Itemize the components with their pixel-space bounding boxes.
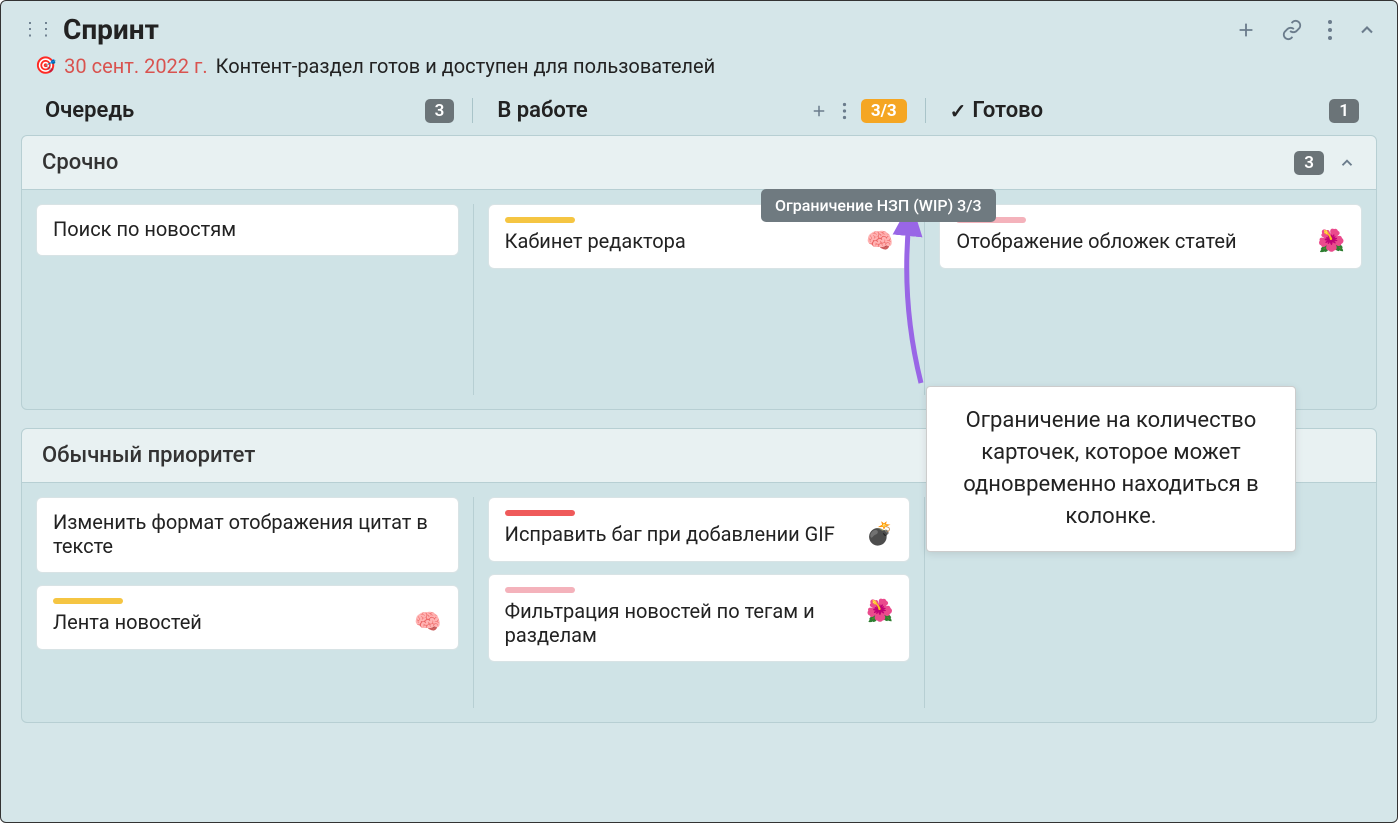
card-title: Фильтрация новостей по тегам и разделам (505, 599, 856, 647)
card-title: Поиск по новостям (53, 217, 236, 241)
bomb-icon: 💣 (866, 522, 893, 547)
card-stripe (505, 510, 575, 516)
board-due-date: 30 сент. 2022 г. (64, 54, 208, 78)
column-title: В работе (497, 98, 587, 123)
board-header: ⋮⋮ Спринт (1, 1, 1397, 54)
wip-badge[interactable]: 3/3 (861, 99, 907, 123)
swimlane-body-urgent: Поиск по новостям Кабинет редактора 🧠 От… (21, 190, 1377, 410)
column-title: Готово (972, 98, 1043, 123)
card-stripe (53, 598, 123, 604)
board-goal: Контент-раздел готов и доступен для поль… (216, 54, 715, 78)
flower-icon: 🌺 (866, 599, 893, 624)
column-title: Очередь (45, 98, 134, 123)
brain-icon: 🧠 (414, 610, 441, 635)
board-title: Спринт (63, 13, 159, 46)
column-header-in-progress[interactable]: В работе 3/3 (472, 98, 925, 123)
swimlane-title: Срочно (42, 150, 118, 175)
check-icon: ✓ (950, 99, 967, 123)
card-title: Исправить баг при добавлении GIF (505, 522, 835, 546)
swimlane-header-urgent[interactable]: Срочно 3 (21, 135, 1377, 190)
card[interactable]: Исправить баг при добавлении GIF 💣 (488, 497, 911, 562)
chevron-up-icon[interactable] (1338, 154, 1356, 172)
drag-handle-icon[interactable]: ⋮⋮ (21, 19, 53, 40)
swimlane-col[interactable]: Кабинет редактора 🧠 (473, 204, 926, 395)
chevron-up-icon[interactable] (1357, 20, 1377, 40)
card-title: Изменить формат отображения цитат в текс… (53, 510, 442, 558)
board-actions (1235, 19, 1377, 41)
swimlane-count-badge: 3 (1294, 151, 1324, 175)
swimlane-col[interactable]: Поиск по новостям (22, 204, 473, 395)
card[interactable]: Изменить формат отображения цитат в текс… (36, 497, 459, 573)
plus-icon[interactable] (1235, 19, 1257, 41)
column-count-badge: 1 (1329, 99, 1359, 123)
swimlane-col[interactable]: Исправить баг при добавлении GIF 💣 Фильт… (473, 497, 926, 708)
card-stripe (505, 217, 575, 223)
annotation-arrow (881, 213, 961, 393)
kanban-board: ⋮⋮ Спринт 🎯 30 сент. 2022 г. Контент-раз… (0, 0, 1398, 823)
target-icon: 🎯 (35, 56, 56, 76)
more-icon[interactable] (1327, 19, 1333, 41)
columns-header: Очередь 3 В работе 3/3 ✓ Готово 1 (1, 92, 1397, 135)
card[interactable]: Поиск по новостям (36, 204, 459, 256)
swimlane-col[interactable]: Изменить формат отображения цитат в текс… (22, 497, 473, 708)
swimlane-col[interactable]: Отображение обложек статей 🌺 (925, 204, 1376, 395)
card-stripe (505, 587, 575, 593)
column-count-badge: 3 (425, 99, 455, 123)
board-subheader: 🎯 30 сент. 2022 г. Контент-раздел готов … (1, 54, 1397, 92)
link-icon[interactable] (1281, 19, 1303, 41)
card-title: Отображение обложек статей (956, 229, 1236, 253)
plus-icon[interactable] (810, 102, 828, 120)
column-header-queue[interactable]: Очередь 3 (21, 98, 472, 123)
wip-tooltip: Ограничение НЗП (WIP) 3/3 (761, 189, 996, 222)
flower-icon: 🌺 (1318, 229, 1345, 254)
annotation-callout: Ограничение на количество карточек, кото… (926, 386, 1296, 552)
more-icon[interactable] (842, 102, 847, 120)
card[interactable]: Отображение обложек статей 🌺 (939, 204, 1362, 269)
card[interactable]: Лента новостей 🧠 (36, 585, 459, 650)
card-title: Лента новостей (53, 610, 202, 634)
card-title: Кабинет редактора (505, 229, 686, 253)
column-header-done[interactable]: ✓ Готово 1 (926, 98, 1377, 123)
swimlane-title: Обычный приоритет (42, 443, 255, 468)
card[interactable]: Фильтрация новостей по тегам и разделам … (488, 574, 911, 662)
